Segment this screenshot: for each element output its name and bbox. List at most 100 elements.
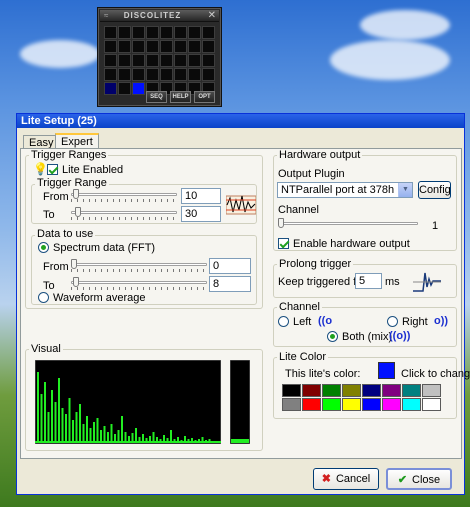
- lite-cell[interactable]: [202, 54, 215, 67]
- lite-cell[interactable]: [104, 26, 117, 39]
- lite-cell[interactable]: [202, 68, 215, 81]
- keep-triggered-label: Keep triggered for: [278, 276, 367, 288]
- lite-cell[interactable]: [118, 54, 131, 67]
- lite-cell[interactable]: [132, 68, 145, 81]
- lite-cell[interactable]: [160, 54, 173, 67]
- palette-swatch[interactable]: [382, 398, 401, 411]
- lite-cell[interactable]: [160, 40, 173, 53]
- lite-cell[interactable]: [132, 26, 145, 39]
- palette-swatch[interactable]: [422, 384, 441, 397]
- lite-cell[interactable]: [118, 82, 131, 95]
- lite-cell[interactable]: [118, 26, 131, 39]
- palette-swatch[interactable]: [402, 398, 421, 411]
- trigger-from-slider[interactable]: [71, 189, 177, 203]
- right-radio[interactable]: [387, 316, 398, 327]
- palette-swatch[interactable]: [282, 398, 301, 411]
- spectrum-bar: [131, 433, 134, 442]
- spectrum-radio[interactable]: [38, 242, 49, 253]
- prolong-input[interactable]: 5: [355, 273, 382, 289]
- lite-enabled-checkbox[interactable]: [47, 164, 58, 175]
- data-from-input[interactable]: 0: [209, 258, 251, 274]
- data-to-slider[interactable]: [71, 277, 207, 291]
- spectrum-bar: [110, 424, 113, 442]
- spectrum-bar: [93, 422, 95, 442]
- lite-cell[interactable]: [146, 26, 159, 39]
- lite-cell[interactable]: [202, 40, 215, 53]
- discolitez-titlebar: ≈ DISCOLITEZ ✕: [100, 10, 219, 22]
- config-button[interactable]: Config: [418, 181, 451, 199]
- close-label: Close: [412, 474, 441, 486]
- palette-swatch[interactable]: [362, 384, 381, 397]
- current-color-swatch[interactable]: [378, 362, 395, 379]
- channel-value: 1: [432, 220, 439, 232]
- trigger-to-slider[interactable]: [71, 207, 177, 221]
- lite-cell[interactable]: [118, 68, 131, 81]
- spectrum-bar: [170, 430, 172, 442]
- palette-swatch[interactable]: [362, 398, 381, 411]
- help-button[interactable]: HELP: [170, 91, 191, 103]
- palette-swatch[interactable]: [322, 398, 341, 411]
- seq-button[interactable]: SEQ: [146, 91, 167, 103]
- tab-expert[interactable]: Expert: [55, 133, 99, 149]
- palette-swatch[interactable]: [382, 384, 401, 397]
- lite-cell[interactable]: [132, 82, 145, 95]
- palette-swatch[interactable]: [342, 384, 361, 397]
- both-label: Both (mix): [342, 331, 393, 343]
- lite-cell[interactable]: [132, 40, 145, 53]
- palette-swatch[interactable]: [422, 398, 441, 411]
- channel-slider[interactable]: [278, 218, 418, 232]
- lite-cell[interactable]: [174, 68, 187, 81]
- output-plugin-select[interactable]: NTParallel port at 378h ▼: [277, 182, 413, 198]
- palette-swatch[interactable]: [402, 384, 421, 397]
- lite-cell[interactable]: [146, 54, 159, 67]
- left-radio[interactable]: [278, 316, 289, 327]
- trigger-from-input[interactable]: 10: [181, 188, 221, 204]
- cloud: [360, 10, 450, 40]
- lite-cell[interactable]: [104, 68, 117, 81]
- hardware-output-label: Hardware output: [277, 149, 363, 161]
- lite-cell[interactable]: [160, 26, 173, 39]
- spectrum-bar: [54, 402, 57, 442]
- lite-color-label: Lite Color: [277, 351, 329, 363]
- tab-easy[interactable]: Easy: [23, 135, 60, 149]
- channel-group-label: Channel: [277, 301, 322, 313]
- palette-swatch[interactable]: [322, 384, 341, 397]
- chevron-down-icon[interactable]: ▼: [398, 183, 412, 197]
- lite-cell[interactable]: [174, 54, 187, 67]
- spectrum-bar: [65, 414, 67, 442]
- lite-cell[interactable]: [188, 40, 201, 53]
- lite-cell[interactable]: [146, 68, 159, 81]
- close-button[interactable]: ✔ Close: [386, 468, 452, 490]
- lite-cell[interactable]: [104, 82, 117, 95]
- lite-cell[interactable]: [188, 68, 201, 81]
- palette-swatch[interactable]: [342, 398, 361, 411]
- spectrum-bar: [58, 378, 60, 442]
- lite-cell[interactable]: [104, 54, 117, 67]
- both-radio[interactable]: [327, 331, 338, 342]
- cancel-button[interactable]: ✖ Cancel: [313, 468, 379, 490]
- lite-cell[interactable]: [174, 26, 187, 39]
- palette-swatch[interactable]: [302, 384, 321, 397]
- data-to-input[interactable]: 8: [209, 276, 251, 292]
- lite-cell[interactable]: [202, 26, 215, 39]
- opt-button[interactable]: OPT: [194, 91, 215, 103]
- palette-swatch[interactable]: [302, 398, 321, 411]
- discolitez-window: ≈ DISCOLITEZ ✕ SEQ HELP OPT: [97, 7, 222, 107]
- lite-cell[interactable]: [104, 40, 117, 53]
- output-plugin-label: Output Plugin: [278, 168, 345, 180]
- lite-cell[interactable]: [174, 40, 187, 53]
- lite-cell[interactable]: [188, 26, 201, 39]
- prolong-wave-icon: [413, 272, 441, 292]
- spectrum-bar: [117, 430, 120, 442]
- lite-cell[interactable]: [188, 54, 201, 67]
- lite-cell[interactable]: [132, 54, 145, 67]
- lite-cell[interactable]: [118, 40, 131, 53]
- data-from-slider[interactable]: [71, 259, 207, 273]
- waveform-radio[interactable]: [38, 292, 49, 303]
- lite-cell[interactable]: [160, 68, 173, 81]
- lite-cell[interactable]: [146, 40, 159, 53]
- enable-hardware-checkbox[interactable]: [278, 238, 289, 249]
- trigger-to-input[interactable]: 30: [181, 206, 221, 222]
- palette-swatch[interactable]: [282, 384, 301, 397]
- close-icon[interactable]: ✕: [208, 10, 216, 22]
